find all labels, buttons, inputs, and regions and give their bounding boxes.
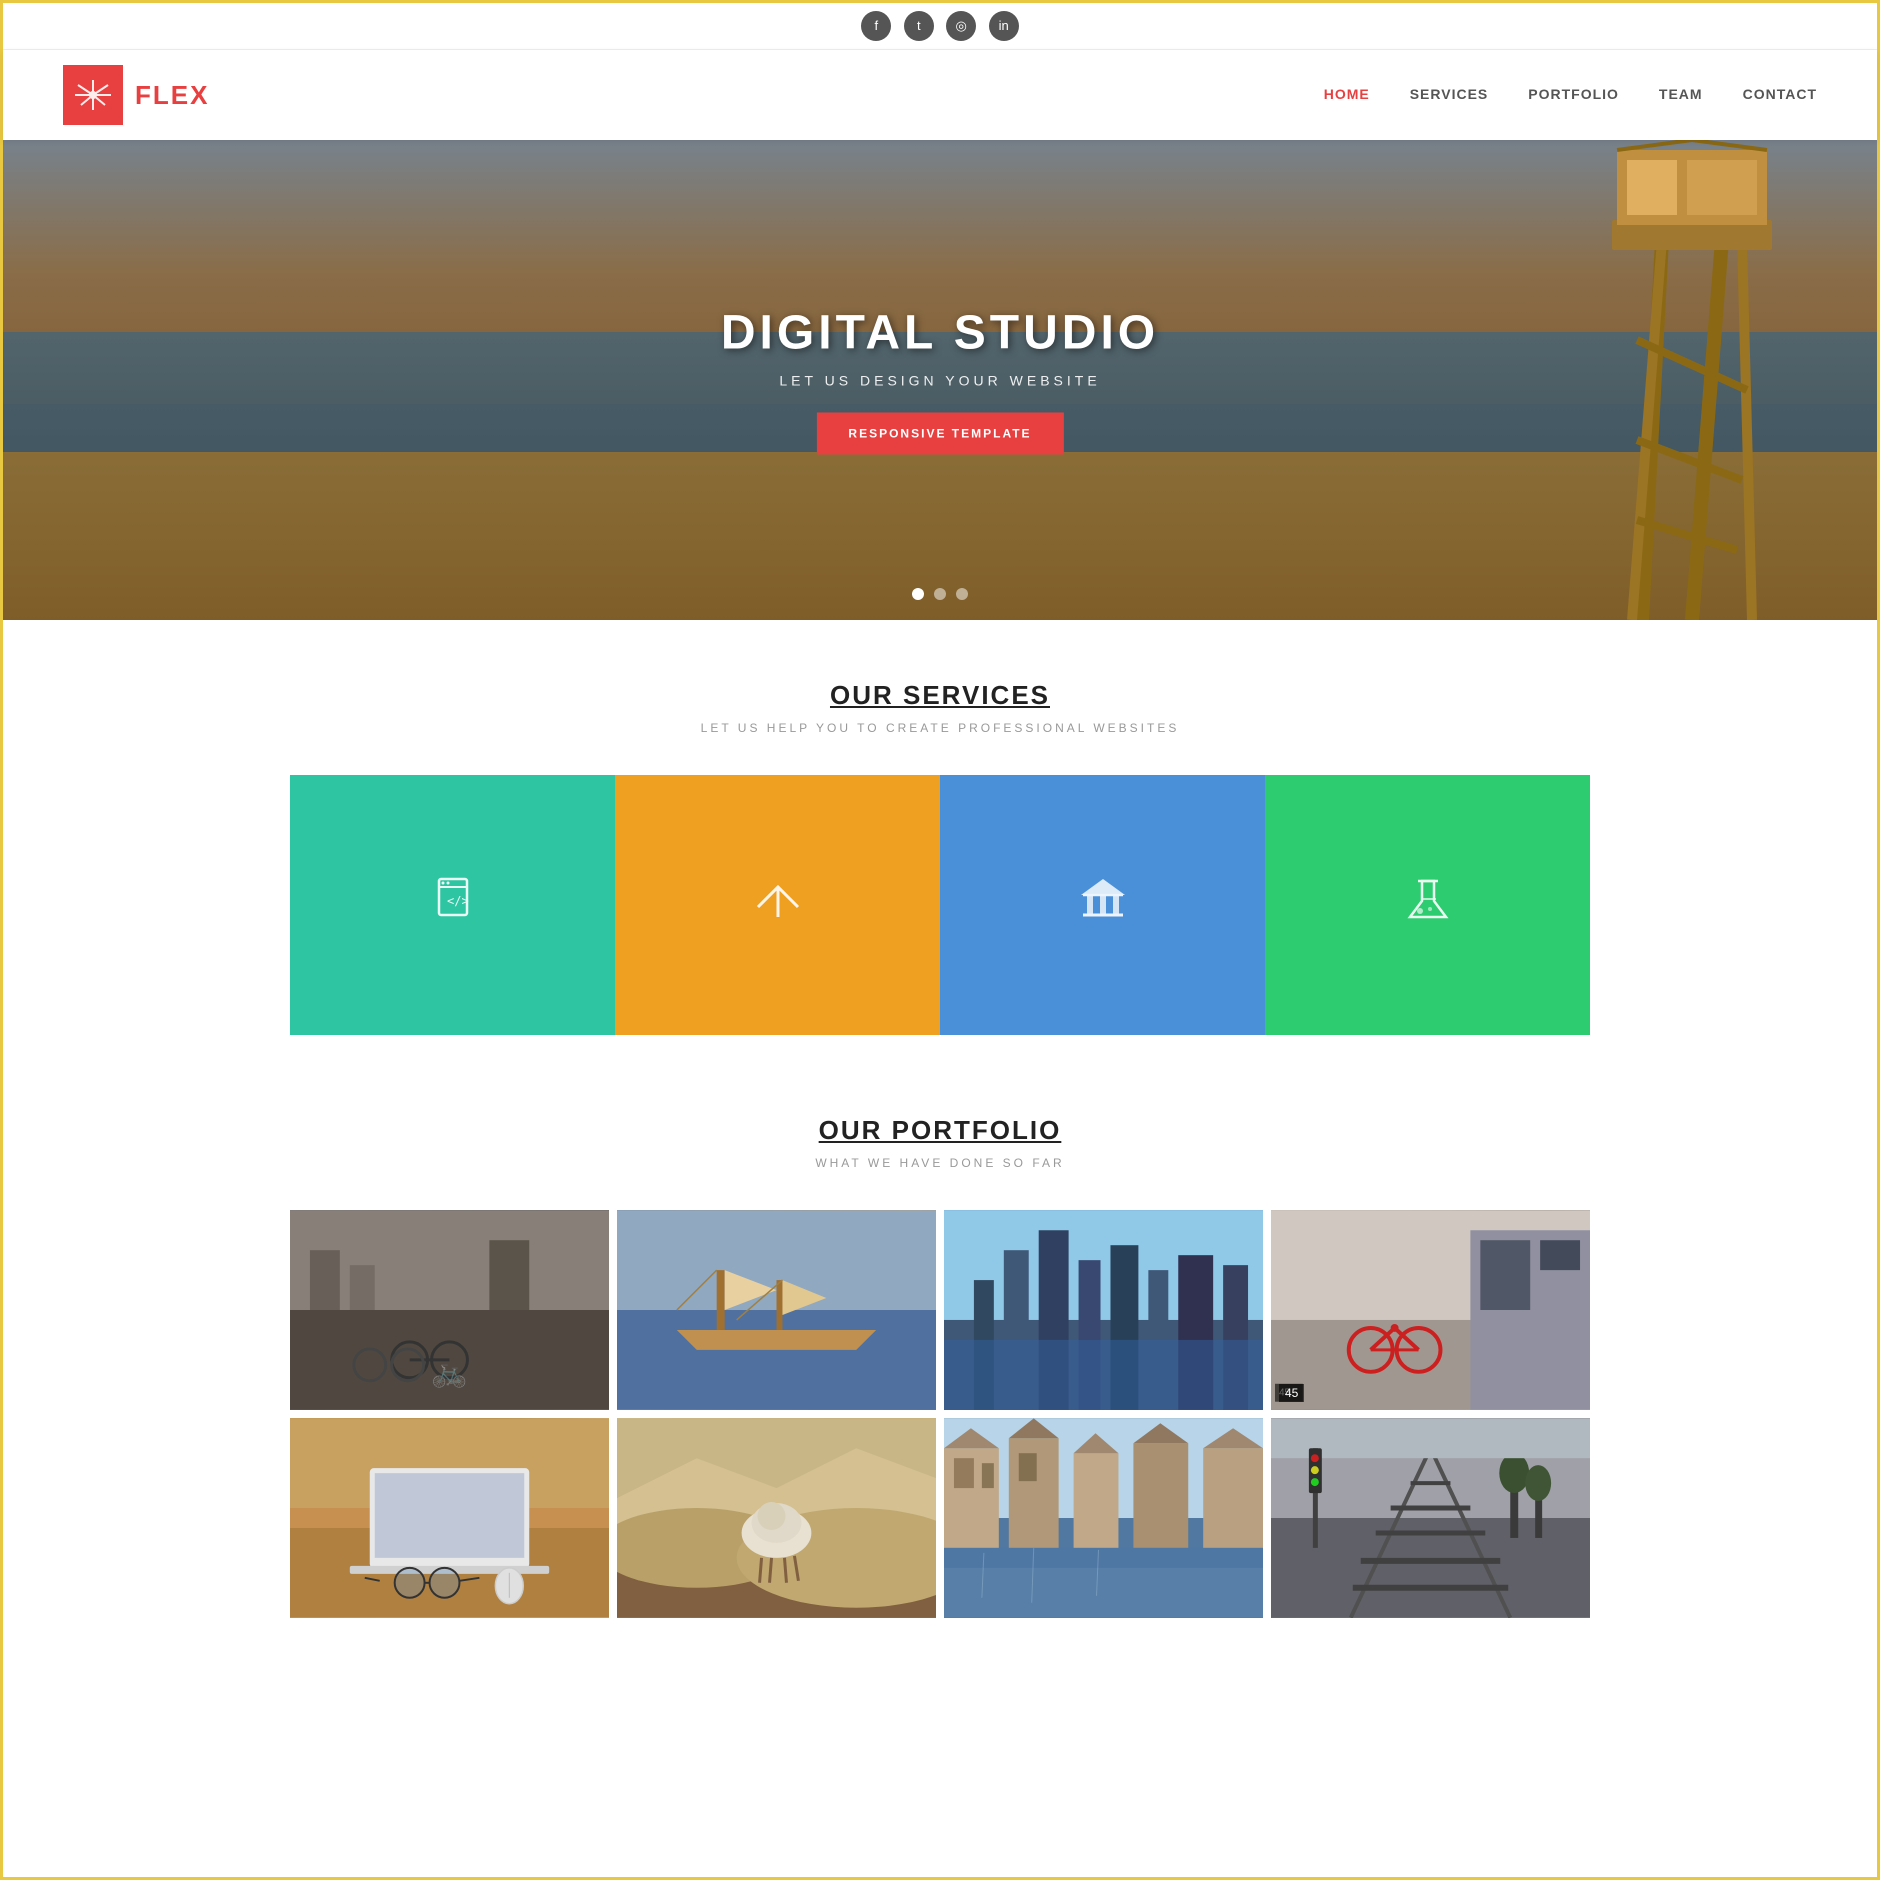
portfolio-item-7[interactable] xyxy=(944,1418,1263,1618)
portfolio-thumb-7 xyxy=(944,1418,1263,1618)
nav-link-home[interactable]: HOME xyxy=(1324,86,1370,102)
portfolio-item-1[interactable] xyxy=(290,1210,609,1410)
portfolio-img-1-svg xyxy=(290,1210,609,1410)
portfolio-thumb-3 xyxy=(944,1210,1263,1410)
portfolio-thumb-6 xyxy=(617,1418,936,1618)
service-card-institution[interactable] xyxy=(940,775,1265,1035)
code-icon: </> xyxy=(425,871,481,940)
hero-subtitle: LET US DESIGN YOUR WEBSITE xyxy=(721,373,1159,389)
service-card-lab[interactable] xyxy=(1265,775,1590,1035)
portfolio-header: OUR PORTFOLIO WHAT WE HAVE DONE SO FAR xyxy=(103,1115,1777,1170)
code-svg: </> xyxy=(425,871,481,927)
portfolio-thumb-8 xyxy=(1271,1418,1590,1618)
services-grid: </> xyxy=(290,775,1590,1035)
service-card-send[interactable] xyxy=(615,775,940,1035)
services-title: OUR SERVICES xyxy=(103,680,1777,711)
portfolio-img-5-svg xyxy=(290,1418,609,1618)
lab-svg xyxy=(1400,871,1456,927)
brand-name: FLEX xyxy=(135,80,209,111)
portfolio-img-7-svg xyxy=(944,1418,1263,1618)
portfolio-img-6-svg xyxy=(617,1418,936,1618)
portfolio-title: OUR PORTFOLIO xyxy=(103,1115,1777,1146)
portfolio-thumb-5 xyxy=(290,1418,609,1618)
services-subtitle: LET US HELP YOU TO CREATE PROFESSIONAL W… xyxy=(103,721,1777,735)
portfolio-img-8-svg xyxy=(1271,1418,1590,1618)
linkedin-link[interactable]: in xyxy=(989,11,1019,41)
nav-item-services[interactable]: SERVICES xyxy=(1410,86,1489,104)
portfolio-item-8[interactable] xyxy=(1271,1418,1590,1618)
portfolio-item-5[interactable] xyxy=(290,1418,609,1618)
nav-link-portfolio[interactable]: PORTFOLIO xyxy=(1528,86,1619,102)
page-wrapper: f t ◎ in xyxy=(0,0,1880,1880)
nav-item-contact[interactable]: CONTACT xyxy=(1743,86,1817,104)
navbar: FLEX HOME SERVICES PORTFOLIO TEAM CONTAC… xyxy=(3,50,1877,140)
services-section: OUR SERVICES LET US HELP YOU TO CREATE P… xyxy=(3,620,1877,1095)
brand: FLEX xyxy=(63,65,209,125)
portfolio-grid: 45 xyxy=(290,1210,1590,1618)
nav-menu: HOME SERVICES PORTFOLIO TEAM CONTACT xyxy=(1324,86,1817,104)
hero-dot-1[interactable] xyxy=(912,588,924,600)
nav-link-team[interactable]: TEAM xyxy=(1659,86,1703,102)
brand-logo xyxy=(63,65,123,125)
hero-dot-2[interactable] xyxy=(934,588,946,600)
send-svg xyxy=(750,871,806,927)
service-card-code[interactable]: </> xyxy=(290,775,615,1035)
nav-item-portfolio[interactable]: PORTFOLIO xyxy=(1528,86,1619,104)
portfolio-item-4[interactable]: 45 xyxy=(1271,1210,1590,1410)
portfolio-section: OUR PORTFOLIO WHAT WE HAVE DONE SO FAR xyxy=(3,1095,1877,1678)
portfolio-thumb-2 xyxy=(617,1210,936,1410)
hero-dot-3[interactable] xyxy=(956,588,968,600)
portfolio-img-2-svg xyxy=(617,1210,936,1410)
nav-item-home[interactable]: HOME xyxy=(1324,86,1370,104)
lab-icon xyxy=(1400,871,1456,939)
hero-title: DIGITAL STUDIO xyxy=(721,306,1159,361)
instagram-link[interactable]: ◎ xyxy=(946,11,976,41)
portfolio-item-3[interactable] xyxy=(944,1210,1263,1410)
nav-link-services[interactable]: SERVICES xyxy=(1410,86,1489,102)
portfolio-item-2[interactable] xyxy=(617,1210,936,1410)
hero-dots xyxy=(912,588,968,600)
institution-icon xyxy=(1075,871,1131,939)
send-icon xyxy=(750,871,806,939)
hero-section: DIGITAL STUDIO LET US DESIGN YOUR WEBSIT… xyxy=(3,140,1877,620)
nav-item-team[interactable]: TEAM xyxy=(1659,86,1703,104)
social-bar: f t ◎ in xyxy=(3,3,1877,50)
institution-svg xyxy=(1075,871,1131,927)
twitter-link[interactable]: t xyxy=(904,11,934,41)
services-header: OUR SERVICES LET US HELP YOU TO CREATE P… xyxy=(103,680,1777,735)
portfolio-thumb-1 xyxy=(290,1210,609,1410)
portfolio-img-3-svg xyxy=(944,1210,1263,1410)
lifeguard-structure xyxy=(1582,140,1802,620)
svg-text:45: 45 xyxy=(1279,1388,1291,1399)
hero-content: DIGITAL STUDIO LET US DESIGN YOUR WEBSIT… xyxy=(721,306,1159,455)
portfolio-item-6[interactable] xyxy=(617,1418,936,1618)
portfolio-img-4-svg: 45 xyxy=(1271,1210,1590,1410)
nav-link-contact[interactable]: CONTACT xyxy=(1743,86,1817,102)
structure-svg xyxy=(1582,140,1802,620)
logo-icon xyxy=(73,75,113,115)
svg-text:</>: </> xyxy=(447,894,469,908)
portfolio-subtitle: WHAT WE HAVE DONE SO FAR xyxy=(103,1156,1777,1170)
portfolio-thumb-4: 45 xyxy=(1271,1210,1590,1410)
facebook-link[interactable]: f xyxy=(861,11,891,41)
hero-cta-button[interactable]: RESPONSIVE TEMPLATE xyxy=(816,413,1063,455)
